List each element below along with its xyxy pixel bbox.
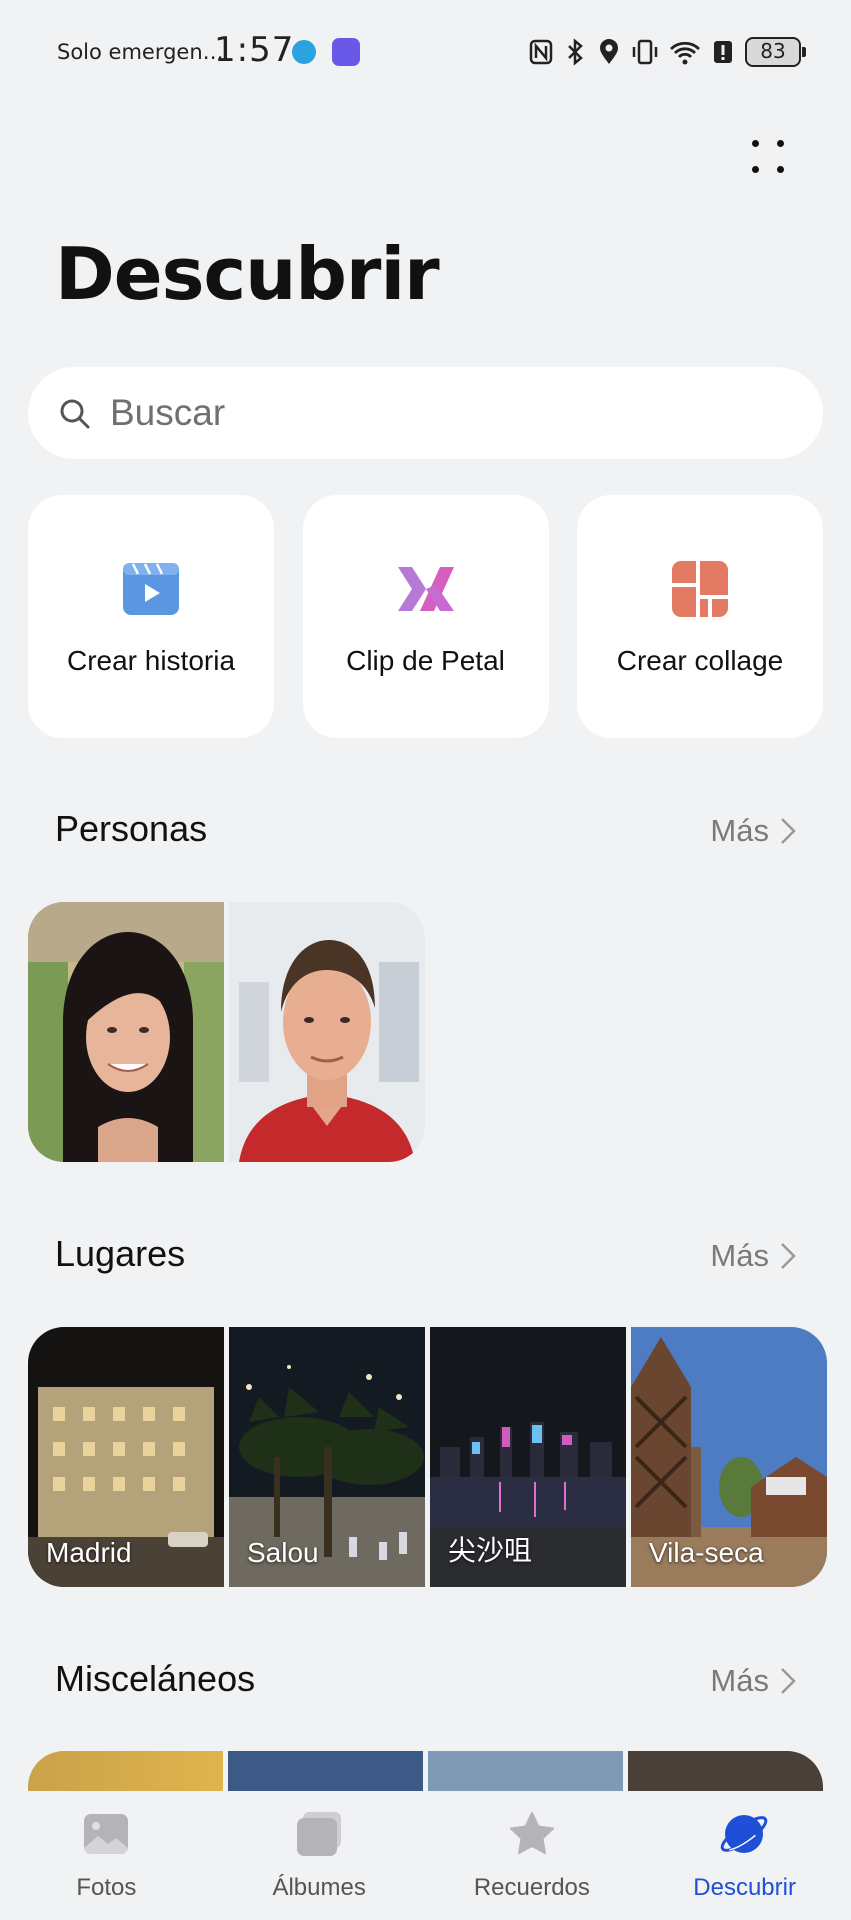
places-strip: Madrid Salou 尖沙咀 Vila-seca [28, 1327, 827, 1587]
nav-albumes[interactable]: Álbumes [213, 1792, 426, 1920]
tool-label: Clip de Petal [346, 645, 505, 676]
personas-more-button[interactable]: Más [710, 811, 797, 851]
carrier-label: Solo emergen… [57, 40, 224, 64]
section-title-lugares: Lugares [55, 1233, 186, 1274]
lugares-more-button[interactable]: Más [710, 1236, 797, 1276]
nav-fotos[interactable]: Fotos [0, 1792, 213, 1920]
create-story-button[interactable]: Crear historia [28, 495, 274, 738]
memories-star-icon [509, 1812, 554, 1854]
place-label: Salou [247, 1537, 319, 1568]
place-tile-madrid[interactable]: Madrid [28, 1327, 224, 1587]
nfc-icon [529, 39, 553, 65]
nav-label: Recuerdos [473, 1874, 590, 1901]
misc-tile[interactable] [28, 1751, 223, 1791]
search-input[interactable] [110, 367, 790, 459]
place-tile-tsim-sha-tsui[interactable]: 尖沙咀 [430, 1327, 626, 1587]
clock: 1:57 [214, 30, 295, 70]
albums-icon [296, 1812, 341, 1856]
creation-tools: Crear historia Clip de Petal Crear colla… [28, 495, 823, 738]
more-options-button[interactable] [742, 132, 794, 184]
more-label: Más [710, 1663, 769, 1698]
create-collage-button[interactable]: Crear collage [577, 495, 823, 738]
place-label: Madrid [46, 1537, 132, 1568]
story-icon [123, 563, 179, 615]
search-icon [60, 399, 90, 429]
photos-icon [84, 1814, 128, 1855]
app-store-icon [332, 38, 360, 66]
chevron-right-icon [781, 818, 796, 844]
battery-icon: 83 [745, 37, 806, 67]
bottom-navigation: Fotos Álbumes Recuerdos Descubrir [0, 1792, 851, 1920]
telegram-icon [292, 40, 316, 64]
chevron-right-icon [781, 1668, 796, 1694]
petal-clip-button[interactable]: Clip de Petal [302, 495, 549, 738]
page-title: Descubrir [55, 232, 440, 316]
place-label: Vila-seca [649, 1537, 764, 1568]
nav-descubrir[interactable]: Descubrir [638, 1792, 851, 1920]
place-tile-salou[interactable]: Salou [229, 1327, 425, 1587]
person-face-tile[interactable] [28, 902, 224, 1162]
more-label: Más [710, 1238, 769, 1273]
dot-icon [777, 140, 784, 147]
miscelaneos-more-button[interactable]: Más [710, 1661, 797, 1701]
woman-portrait [28, 902, 224, 1162]
wifi-icon [670, 41, 700, 65]
person-face-tile[interactable] [229, 902, 425, 1162]
search-bar[interactable] [28, 367, 823, 459]
dot-icon [777, 166, 784, 173]
misc-tile[interactable] [628, 1751, 823, 1791]
petal-clip-icon [397, 567, 454, 611]
vibrate-icon [632, 39, 658, 65]
place-label: 尖沙咀 [448, 1535, 533, 1566]
tool-label: Crear historia [66, 645, 236, 676]
people-strip [28, 902, 425, 1162]
section-title-personas: Personas [55, 808, 208, 849]
dot-icon [752, 140, 759, 147]
nav-label: Fotos [76, 1874, 137, 1901]
status-bar: Solo emergen… 1:57 83 [0, 0, 851, 104]
location-icon [600, 39, 618, 64]
section-title-miscelaneos: Misceláneos [55, 1658, 256, 1699]
alert-icon [714, 41, 732, 63]
nav-label: Descubrir [693, 1874, 796, 1901]
misc-tile[interactable] [428, 1751, 623, 1791]
nav-label: Álbumes [272, 1874, 366, 1901]
bluetooth-icon [568, 38, 583, 66]
place-tile-vila-seca[interactable]: Vila-seca [631, 1327, 827, 1587]
collage-icon [672, 561, 728, 617]
misc-tile[interactable] [228, 1751, 423, 1791]
dot-icon [752, 166, 759, 173]
man-portrait [229, 902, 425, 1162]
tool-label: Crear collage [616, 645, 784, 676]
chevron-right-icon [781, 1243, 796, 1269]
discover-planet-icon [720, 1815, 768, 1853]
misc-strip [28, 1751, 823, 1791]
status-icons: 83 [529, 34, 806, 70]
more-label: Más [710, 813, 769, 848]
nav-recuerdos[interactable]: Recuerdos [426, 1792, 639, 1920]
